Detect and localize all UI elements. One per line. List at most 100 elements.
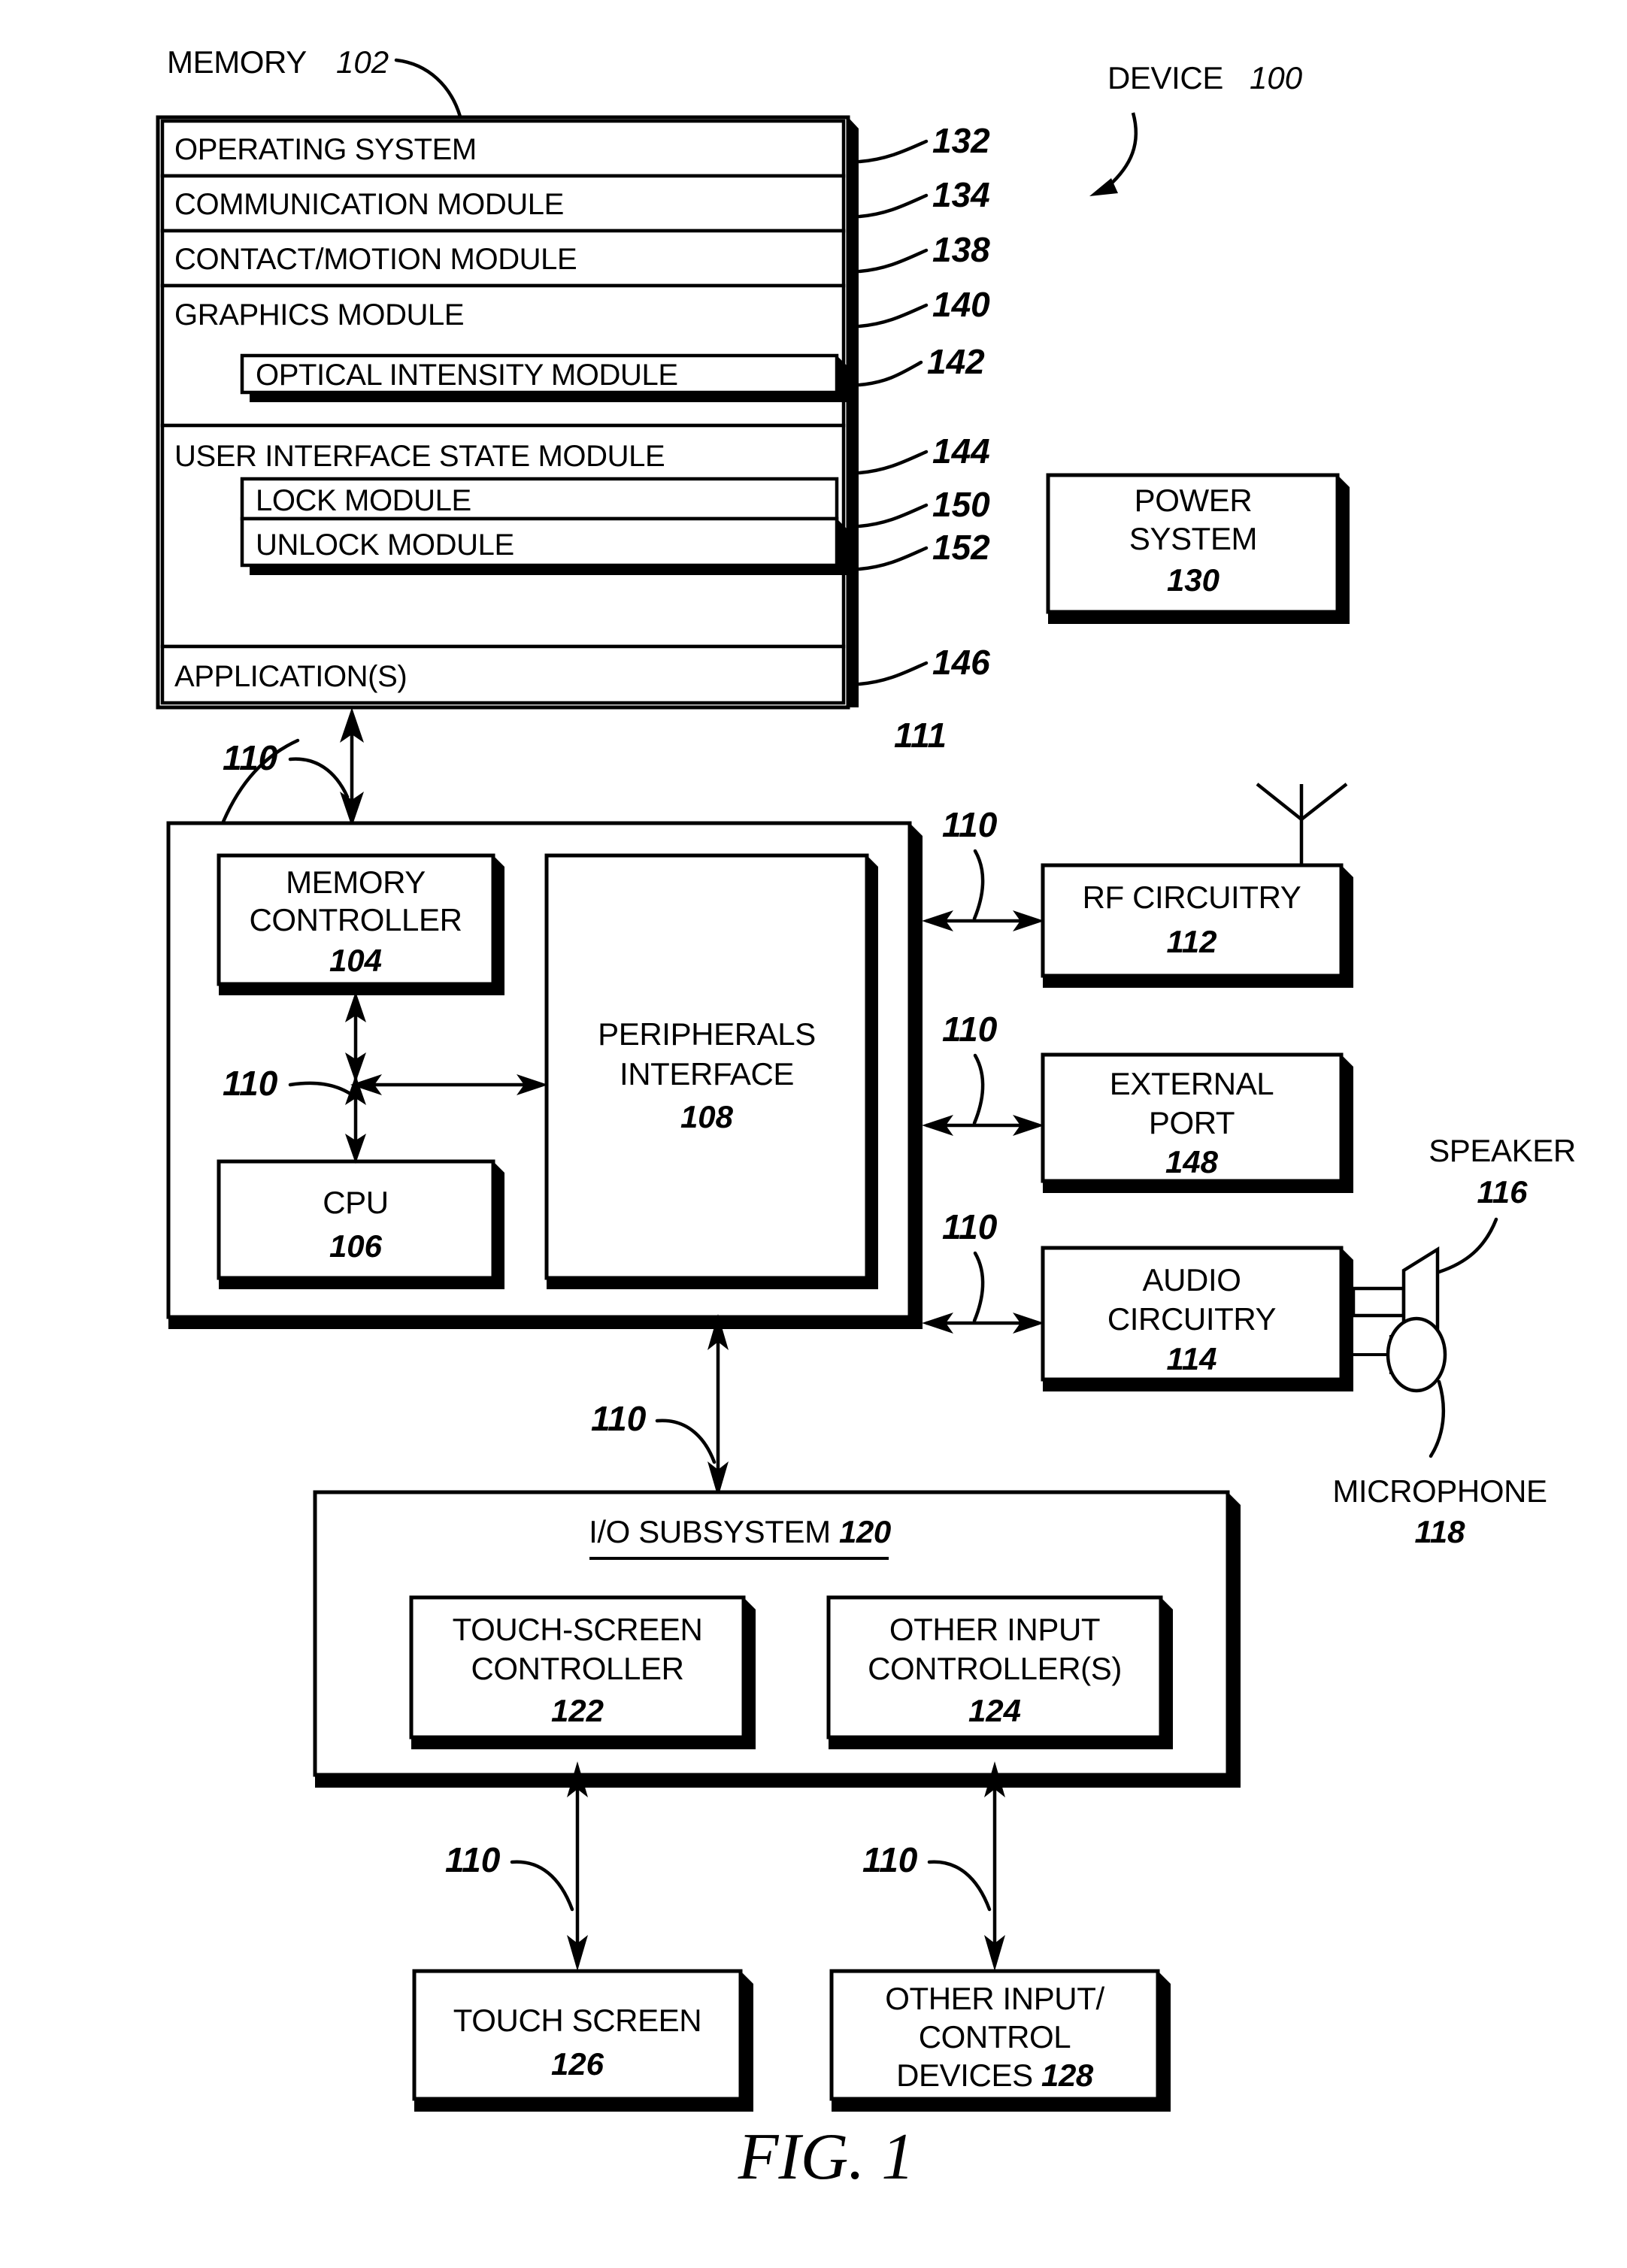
device-label: DEVICE xyxy=(1107,60,1223,95)
speaker-ref: 116 xyxy=(1477,1174,1529,1210)
module-label-optical-intensity: OPTICAL INTENSITY MODULE xyxy=(256,359,678,392)
microphone-leader xyxy=(1429,1379,1446,1458)
microphone-capsule-icon xyxy=(1386,1316,1447,1393)
leader-140 xyxy=(857,303,929,329)
touch-screen-ref: 126 xyxy=(551,2046,604,2082)
figure-caption: FIG. 1 xyxy=(738,2121,915,2194)
module-label-lock: LOCK MODULE xyxy=(256,484,471,517)
ref-number-132: 132 xyxy=(932,121,990,160)
bus-leader-io-subsystem xyxy=(655,1419,717,1464)
bus-label-rf: 110 xyxy=(942,805,998,844)
touch-screen-shadow-right xyxy=(741,1971,753,2112)
cpu-line1: CPU xyxy=(323,1185,388,1220)
bus-label-audio: 110 xyxy=(942,1207,998,1246)
ref-number-142: 142 xyxy=(927,342,985,381)
external-port-ref: 148 xyxy=(1165,1144,1219,1179)
power-system-line2: SYSTEM xyxy=(1129,521,1257,556)
power-system-ref: 130 xyxy=(1167,562,1219,598)
other-input-devices-line2: CONTROL xyxy=(919,2019,1071,2055)
io-subsystem-shadow-bottom xyxy=(315,1775,1241,1788)
rf-circuitry-line1: RF CIRCUITRY xyxy=(1083,880,1301,915)
leader-142 xyxy=(857,360,923,387)
memory-controller-line2: CONTROLLER xyxy=(249,902,462,937)
audio-circuitry-line2: CIRCUITRY xyxy=(1107,1301,1277,1337)
bus-leader-audio xyxy=(972,1251,985,1323)
speaker-leader xyxy=(1437,1217,1498,1274)
controller-shadow-right-upper xyxy=(910,823,923,1000)
other-input-controller-line2: CONTROLLER(S) xyxy=(868,1651,1122,1686)
ref-number-146: 146 xyxy=(932,643,990,682)
ref-number-152: 152 xyxy=(932,528,990,567)
module-label-operating-system: OPERATING SYSTEM xyxy=(174,133,477,166)
memory-controller-line1: MEMORY xyxy=(286,865,426,900)
external-port-line2: PORT xyxy=(1149,1105,1235,1140)
leader-150 xyxy=(857,503,929,528)
peripherals-interface-line1: PERIPHERALS xyxy=(598,1016,816,1052)
power-system-line1: POWER xyxy=(1135,483,1253,518)
memory-controller-ref: 104 xyxy=(329,943,382,978)
microphone-ref: 118 xyxy=(1415,1514,1466,1549)
memory-label: MEMORY xyxy=(167,44,307,80)
controller-shadow-right-lower xyxy=(910,1173,923,1329)
module-label-user-interface-state: USER INTERFACE STATE MODULE xyxy=(174,440,665,473)
antenna-right-arm xyxy=(1300,783,1348,821)
speaker-label: SPEAKER xyxy=(1429,1133,1576,1168)
bus-leader-external-port xyxy=(972,1053,985,1125)
other-input-devices-line1: OTHER INPUT/ xyxy=(885,1981,1104,2016)
other-input-controller-ref: 124 xyxy=(968,1693,1021,1728)
peripherals-interface-ref: 108 xyxy=(680,1099,734,1134)
touch-screen-line1: TOUCH SCREEN xyxy=(453,2003,701,2038)
other-input-controller-line1: OTHER INPUT xyxy=(889,1612,1100,1647)
memory-ref: 102 xyxy=(336,44,389,80)
other-input-devices-shadow-right xyxy=(1158,1971,1171,2112)
module-label-graphics: GRAPHICS MODULE xyxy=(174,298,464,332)
ref-number-150: 150 xyxy=(932,485,990,524)
module-label-contact-motion: CONTACT/MOTION MODULE xyxy=(174,243,577,276)
touchscreen-controller-line1: TOUCH-SCREEN xyxy=(453,1612,703,1647)
external-port-line1: EXTERNAL xyxy=(1110,1066,1274,1101)
leader-144 xyxy=(857,450,929,475)
bus-leader-other-input xyxy=(927,1860,992,1912)
bus-leader-rf xyxy=(972,849,985,921)
touchscreen-controller-line2: CONTROLLER xyxy=(471,1651,683,1686)
bus-label-internal: 110 xyxy=(223,1064,278,1103)
device-arrow-curve xyxy=(1107,112,1138,188)
ref-number-140: 140 xyxy=(932,285,990,324)
leader-146 xyxy=(857,661,929,686)
ref-number-144: 144 xyxy=(932,431,990,471)
module-label-unlock: UNLOCK MODULE xyxy=(256,528,514,562)
leader-138 xyxy=(857,248,929,274)
device-ref: 100 xyxy=(1250,60,1303,95)
bus-label-touch-screen: 110 xyxy=(445,1840,501,1879)
module-label-applications: APPLICATION(S) xyxy=(174,660,407,693)
bus-label-other-input: 110 xyxy=(862,1840,918,1879)
patent-figure-page: MEMORY 102 OPERATING SYSTEM COMMUNICATIO… xyxy=(0,0,1627,2268)
ref-number-138: 138 xyxy=(932,230,990,269)
speaker-neck xyxy=(1351,1286,1406,1318)
leader-152 xyxy=(857,546,929,571)
audio-circuitry-line1: AUDIO xyxy=(1142,1262,1241,1298)
leader-132 xyxy=(857,139,929,164)
figure-svg: MEMORY 102 OPERATING SYSTEM COMMUNICATIO… xyxy=(156,44,1576,2194)
other-input-devices-line3: DEVICES 128 xyxy=(896,2058,1094,2093)
cpu-ref: 106 xyxy=(329,1228,383,1264)
leader-134 xyxy=(857,193,929,219)
audio-circuitry-ref: 114 xyxy=(1167,1341,1217,1376)
io-subsystem-title: I/O SUBSYSTEM 120 xyxy=(589,1514,891,1549)
controller-shadow-right-mid xyxy=(910,1000,923,1173)
bus-leader-touch-screen xyxy=(510,1860,574,1912)
module-label-communication: COMMUNICATION MODULE xyxy=(174,188,564,221)
other-input-devices-shadow-bottom xyxy=(832,2099,1171,2112)
bus-leader-memory-controller xyxy=(288,757,350,799)
memory-leader-line xyxy=(394,58,462,119)
touchscreen-controller-ref: 122 xyxy=(551,1693,604,1728)
bus-label-io-subsystem: 110 xyxy=(591,1399,647,1438)
antenna-left-arm xyxy=(1256,783,1303,821)
rf-circuitry-ref: 112 xyxy=(1167,924,1217,959)
io-subsystem-shadow-right xyxy=(1228,1492,1241,1788)
ref-number-111: 111 xyxy=(894,716,947,755)
bus-label-external-port: 110 xyxy=(942,1010,998,1049)
microphone-label: MICROPHONE xyxy=(1332,1473,1547,1509)
ref-number-134: 134 xyxy=(932,175,990,214)
touch-screen-shadow-bottom xyxy=(414,2099,753,2112)
